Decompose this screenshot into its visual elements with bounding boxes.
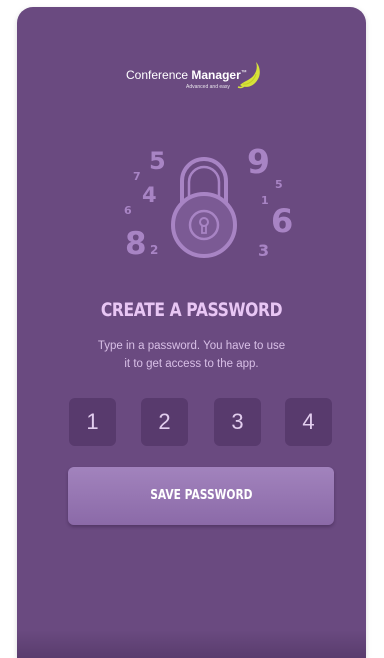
illustration-number: 4	[142, 183, 157, 207]
padlock-illustration: 5 7 4 6 8 2 9 5 1 6 3	[122, 141, 293, 271]
illustration-number: 9	[247, 142, 270, 181]
illustration-number: 3	[258, 241, 270, 260]
pin-digit-field-4[interactable]: 4	[285, 398, 332, 446]
illustration-number: 2	[150, 243, 159, 257]
illustration-number: 5	[275, 178, 283, 191]
illustration-number: 6	[124, 204, 132, 217]
logo-tagline: Advanced and easy	[186, 84, 230, 90]
description-line: Type in a password. You have to use	[97, 340, 286, 352]
pin-digit-field-2[interactable]: 2	[141, 398, 188, 446]
app-logo: Conference Manager™ Advanced and easy	[126, 62, 260, 101]
bottom-shade	[17, 630, 366, 658]
description-line: it to get access to the app.	[124, 358, 259, 370]
logo-prefix: Conference	[126, 68, 189, 82]
save-password-label: SAVE PASSWORD	[149, 488, 253, 503]
pin-digit-field-1[interactable]: 1	[69, 398, 116, 446]
illustration-number: 8	[125, 226, 147, 262]
pin-input-row: 1 2 3 4	[69, 398, 333, 446]
app-screen: Conference Manager™ Advanced and easy 5 …	[17, 7, 366, 658]
logo-bold: Manager	[191, 68, 241, 82]
logo-wordmark: Conference Manager™	[126, 68, 247, 82]
save-password-button[interactable]: SAVE PASSWORD	[68, 467, 334, 525]
illustration-number: 1	[261, 194, 269, 207]
page-title: CREATE A PASSWORD	[100, 299, 283, 321]
pin-digit-field-3[interactable]: 3	[214, 398, 261, 446]
illustration-number: 6	[271, 202, 294, 240]
padlock-icon	[171, 157, 237, 258]
illustration-number: 7	[133, 170, 141, 183]
brush-stroke-icon	[237, 62, 260, 89]
page-description: Type in a password. You have to use it t…	[77, 337, 306, 373]
